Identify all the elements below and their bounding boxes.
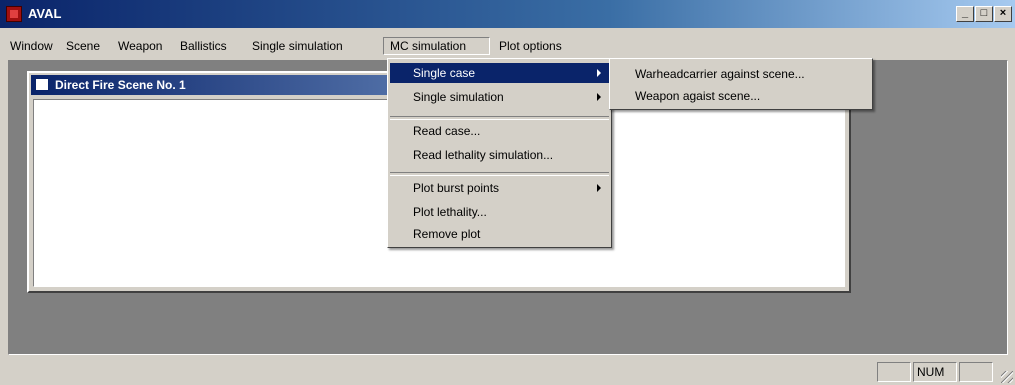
close-button[interactable]: × — [994, 6, 1012, 22]
menu-item-single-case[interactable]: Single case — [390, 63, 609, 83]
menu-item-plot-burst-points[interactable]: Plot burst points — [390, 178, 609, 198]
menu-item-remove-plot[interactable]: Remove plot — [390, 224, 609, 244]
status-pane-caps — [877, 362, 911, 382]
menu-bar: Window Scene Weapon Ballistics Single si… — [0, 34, 1015, 58]
document-icon — [35, 78, 49, 91]
menu-item-read-case[interactable]: Read case... — [390, 121, 609, 141]
window-title: AVAL — [28, 6, 62, 21]
minimize-button[interactable]: _ — [956, 6, 974, 22]
menu-item-label: Single case — [413, 66, 476, 80]
mc-simulation-menu: Single case Single simulation Read case.… — [387, 58, 612, 248]
submenu-arrow-icon — [597, 184, 601, 192]
menu-item-label: Plot burst points — [413, 181, 500, 195]
menu-item-warheadcarrier-against-scene[interactable]: Warheadcarrier against scene... — [612, 64, 870, 84]
menu-mc-simulation[interactable]: MC simulation — [383, 37, 490, 55]
menu-item-label: Single simulation — [413, 90, 504, 104]
menu-weapon[interactable]: Weapon — [112, 37, 168, 55]
menu-separator — [390, 172, 609, 176]
submenu-arrow-icon — [597, 69, 601, 77]
menu-ballistics[interactable]: Ballistics — [174, 37, 233, 55]
status-pane-scroll — [959, 362, 993, 382]
submenu-arrow-icon — [597, 93, 601, 101]
menu-plot-options[interactable]: Plot options — [493, 37, 568, 55]
menu-item-weapon-against-scene[interactable]: Weapon agaist scene... — [612, 86, 870, 106]
menu-separator — [390, 116, 609, 120]
maximize-button[interactable]: □ — [975, 6, 993, 22]
status-pane-num: NUM — [913, 362, 957, 382]
app-icon[interactable] — [6, 6, 22, 22]
scene-window-title: Direct Fire Scene No. 1 — [55, 78, 186, 92]
single-case-submenu: Warheadcarrier against scene... Weapon a… — [609, 58, 873, 110]
menu-window[interactable]: Window — [4, 37, 59, 55]
menu-item-single-simulation[interactable]: Single simulation — [390, 87, 609, 107]
resize-grip-icon[interactable] — [1001, 371, 1013, 383]
menu-item-read-lethality-simulation[interactable]: Read lethality simulation... — [390, 145, 609, 165]
menu-item-plot-lethality[interactable]: Plot lethality... — [390, 202, 609, 222]
status-bar: NUM — [0, 360, 1015, 385]
menu-scene[interactable]: Scene — [60, 37, 106, 55]
menu-single-simulation[interactable]: Single simulation — [246, 37, 349, 55]
title-bar[interactable]: AVAL _ □ × — [0, 0, 1015, 28]
